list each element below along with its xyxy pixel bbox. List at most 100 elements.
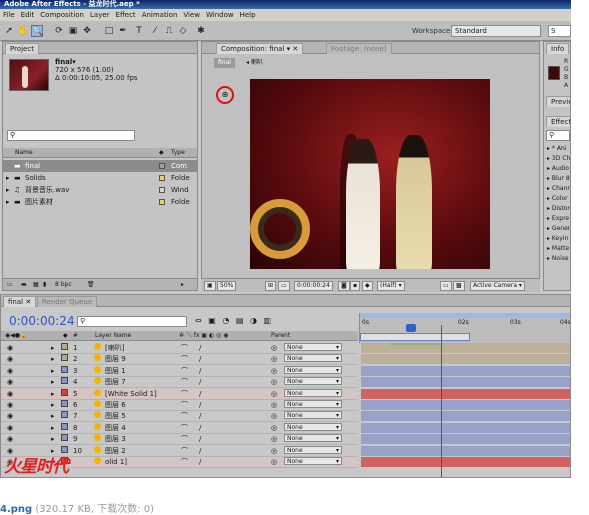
visibility-eye-icon[interactable]: ◉: [7, 389, 13, 400]
layer-name[interactable]: [喇叭]: [105, 343, 124, 354]
layer-label-color[interactable]: [61, 434, 68, 442]
pickwhip-icon[interactable]: ◎: [271, 377, 277, 388]
rotate-tool-icon[interactable]: ⟳: [53, 25, 65, 37]
layer-row[interactable]: ◉ ▸ 7 图层 5 ⌒ / ◎ None ▾: [1, 411, 358, 423]
color-channel-icon[interactable]: ◆: [362, 281, 373, 291]
menu-effect[interactable]: Effect: [113, 9, 139, 21]
quality-switch-icon[interactable]: /: [199, 377, 201, 388]
layer-name[interactable]: 图层 2: [105, 446, 126, 457]
zoom-tool-icon[interactable]: 🔍: [31, 25, 43, 37]
menu-file[interactable]: File: [0, 9, 18, 21]
breadcrumb-final[interactable]: final: [214, 58, 235, 68]
shy-switch-icon[interactable]: ⌒: [181, 434, 188, 445]
pickwhip-icon[interactable]: ◎: [271, 434, 277, 445]
camera-snapshot-icon[interactable]: ◙: [338, 281, 350, 291]
parent-select[interactable]: None ▾: [284, 457, 342, 465]
show-snapshot-icon[interactable]: ▪: [350, 281, 361, 291]
hand-tool-icon[interactable]: ✋: [17, 25, 29, 37]
trash-icon[interactable]: 🗑: [87, 279, 95, 290]
visibility-eye-icon[interactable]: ◉: [7, 354, 13, 365]
layer-duration-bar[interactable]: [361, 354, 570, 365]
label-swatch[interactable]: [159, 187, 165, 193]
camera-tool-icon[interactable]: ▣: [67, 25, 79, 37]
project-item[interactable]: ▸ ♫ 背景音乐.wav Wind: [3, 184, 197, 196]
effects-category[interactable]: ▸ Audio: [547, 164, 569, 174]
layer-name[interactable]: 图层 6: [105, 400, 126, 411]
effects-category[interactable]: ▸ Chann: [547, 184, 570, 194]
layer-duration-bar[interactable]: [361, 457, 570, 467]
effects-search-input[interactable]: ⚲: [546, 130, 570, 141]
menu-animation[interactable]: Animation: [139, 9, 181, 21]
shy-switch-icon[interactable]: ⌒: [181, 366, 188, 377]
comp-name[interactable]: final▾: [55, 58, 138, 66]
layer-expand-icon[interactable]: ▸: [51, 389, 55, 400]
timeline-timecode[interactable]: 0:00:00:24: [9, 314, 75, 328]
layer-name[interactable]: 图层 5: [105, 411, 126, 422]
layer-duration-bar[interactable]: [361, 400, 570, 410]
parent-select[interactable]: None ▾: [284, 422, 342, 431]
layer-name[interactable]: [White Solid 1]: [105, 389, 157, 400]
pickwhip-icon[interactable]: ◎: [271, 457, 277, 468]
viewer-timecode[interactable]: 0:00:00:24: [294, 281, 333, 291]
transparency-grid-icon[interactable]: ▩: [453, 281, 465, 291]
layer-duration-bar[interactable]: [361, 411, 570, 422]
current-time-indicator[interactable]: [406, 324, 416, 332]
pickwhip-icon[interactable]: ◎: [271, 366, 277, 377]
pickwhip-icon[interactable]: ◎: [271, 400, 277, 411]
new-folder-icon[interactable]: ▬: [21, 279, 27, 290]
mask-tool-icon[interactable]: □: [103, 25, 115, 37]
layer-label-color[interactable]: [61, 400, 68, 407]
effects-category[interactable]: ▸ Distor: [547, 204, 570, 214]
project-item[interactable]: ▸ ▬ 图片素材 Folde: [3, 196, 197, 208]
camera-select[interactable]: Active Camera ▾: [470, 281, 525, 291]
draft-3d-icon[interactable]: ▣: [208, 316, 218, 325]
visibility-eye-icon[interactable]: ◉: [7, 366, 13, 377]
layer-duration-bar[interactable]: [361, 388, 570, 399]
layer-name[interactable]: olid 1]: [105, 457, 127, 468]
preview-range[interactable]: [360, 333, 470, 341]
work-area-bar[interactable]: [360, 313, 570, 318]
motion-blur-icon[interactable]: ◑: [250, 316, 259, 325]
quality-switch-icon[interactable]: /: [199, 434, 201, 445]
pickwhip-icon[interactable]: ◎: [271, 354, 277, 365]
shy-switch-icon[interactable]: ⌒: [181, 377, 188, 388]
tab-info[interactable]: Info: [546, 43, 570, 54]
breadcrumb-next[interactable]: ◂ 喇叭: [246, 58, 263, 68]
comp-flowchart-icon[interactable]: ⇔: [195, 316, 204, 325]
shy-switch-icon[interactable]: ⌒: [181, 400, 188, 411]
interpret-footage-icon[interactable]: ▭: [7, 279, 13, 290]
layer-label-color[interactable]: [61, 354, 68, 362]
col-type[interactable]: Type: [171, 148, 185, 158]
menu-layer[interactable]: Layer: [87, 9, 113, 21]
text-tool-icon[interactable]: T: [133, 25, 145, 37]
brush-tool-icon[interactable]: ⁄: [149, 25, 161, 37]
clone-stamp-tool-icon[interactable]: ⎍: [163, 25, 175, 37]
layer-name[interactable]: 图层 4: [105, 423, 126, 434]
project-item[interactable]: ▬ final Com: [3, 160, 197, 172]
shy-switch-icon[interactable]: ⌒: [181, 389, 188, 400]
shy-switch-icon[interactable]: ⌒: [181, 411, 188, 422]
layer-row[interactable]: ◉ ▸ 2 图层 9 ⌒ / ◎ None ▾: [1, 354, 358, 366]
pan-behind-tool-icon[interactable]: ✥: [81, 25, 93, 37]
expand-icon[interactable]: ▸: [6, 184, 10, 196]
parent-select[interactable]: None ▾: [284, 411, 342, 420]
layer-row[interactable]: ◉ ▸ 8 图层 4 ⌒ / ◎ None ▾: [1, 422, 358, 434]
quality-switch-icon[interactable]: /: [199, 457, 201, 468]
tab-effects[interactable]: Effects: [546, 116, 570, 127]
shy-switch-icon[interactable]: ⌒: [181, 423, 188, 434]
hide-shy-icon[interactable]: ◔: [222, 316, 231, 325]
pickwhip-icon[interactable]: ◎: [271, 446, 277, 457]
menu-composition[interactable]: Composition: [37, 9, 87, 21]
effects-category[interactable]: ▸ * Ani: [547, 144, 566, 154]
effects-category[interactable]: ▸ 3D Ch: [547, 154, 570, 164]
parent-select[interactable]: None ▾: [284, 445, 342, 454]
label-swatch[interactable]: [159, 175, 165, 181]
layer-expand-icon[interactable]: ▸: [51, 343, 55, 354]
menu-window[interactable]: Window: [203, 9, 237, 21]
pickwhip-icon[interactable]: ◎: [271, 343, 277, 354]
label-swatch[interactable]: [159, 163, 165, 169]
frame-blend-icon[interactable]: ▤: [236, 316, 246, 325]
effects-category[interactable]: ▸ Keyin: [547, 234, 568, 244]
layer-row[interactable]: ◉ ▸ 1 [喇叭] ⌒ / ◎ None ▾: [1, 343, 358, 354]
time-ruler[interactable]: 0s 02s 03s 04s: [359, 313, 570, 345]
